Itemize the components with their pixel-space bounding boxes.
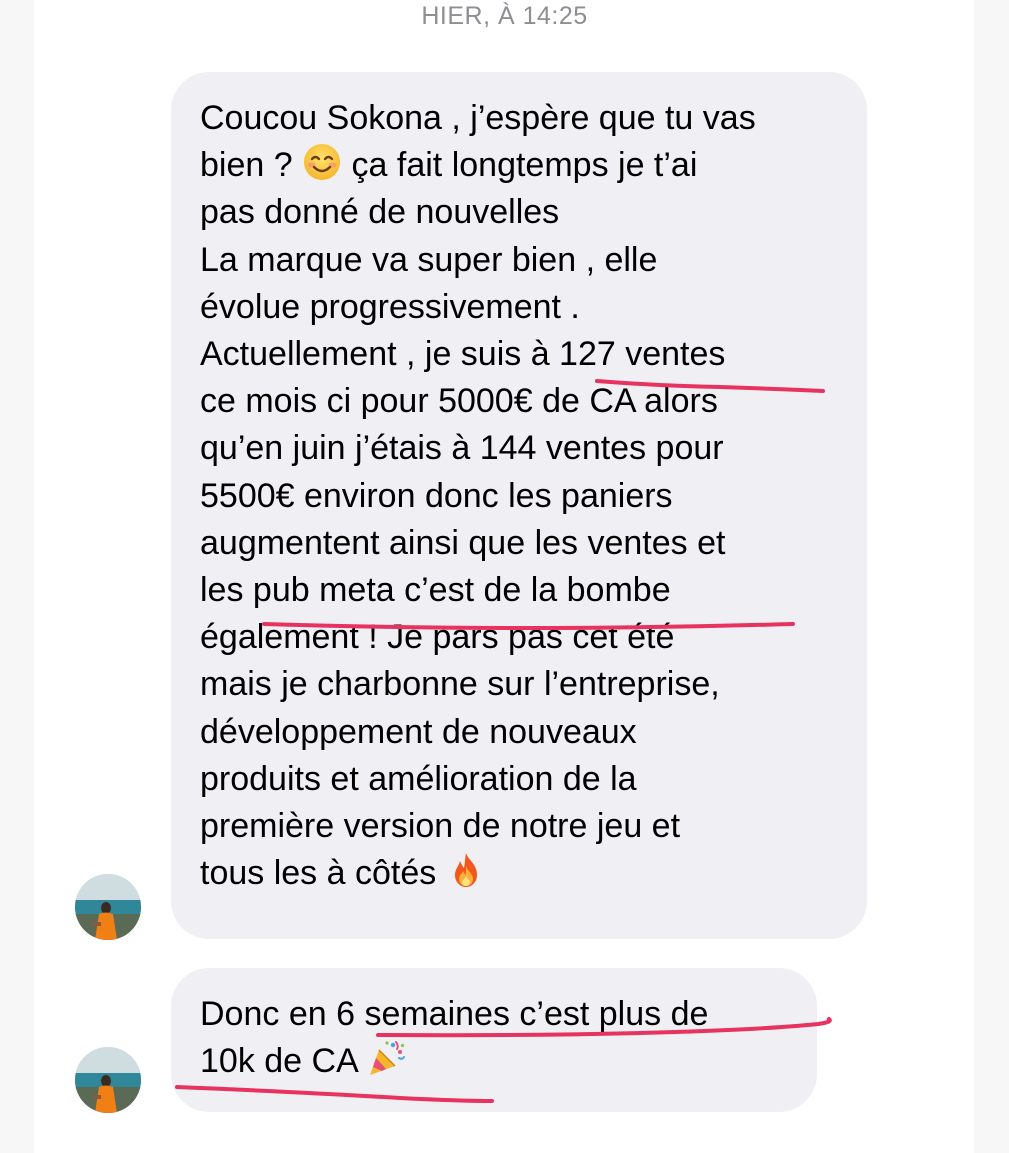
message-line: bien ? bbox=[200, 146, 303, 185]
message-line: produits et amélioration de la bbox=[200, 759, 637, 798]
message-line: Actuellement , je suis à 127 ventes bbox=[200, 335, 726, 374]
message-text: Coucou Sokona , j’espère que tu vas bien… bbox=[200, 95, 756, 897]
message-line: augmentent ainsi que les ventes et bbox=[200, 523, 726, 562]
message-line: développement de nouveaux bbox=[200, 712, 637, 751]
message-line: première version de notre jeu et bbox=[200, 807, 681, 846]
message-line: qu’en juin j’étais à 144 ventes pour bbox=[200, 429, 724, 468]
message-timestamp: HIER, À 14:25 bbox=[421, 2, 588, 30]
sender-avatar[interactable] bbox=[75, 874, 141, 940]
message-line: les pub meta c’est de la bombe bbox=[200, 571, 671, 610]
smiling-face-icon bbox=[302, 142, 342, 182]
avatar-photo bbox=[75, 874, 141, 940]
message-line: 10k de CA bbox=[200, 1042, 367, 1081]
avatar-photo bbox=[75, 1047, 141, 1113]
party-popper-icon bbox=[366, 1038, 406, 1078]
message-line: tous les à côtés bbox=[200, 854, 446, 893]
message-line: ce mois ci pour 5000€ de CA alors bbox=[200, 382, 718, 421]
message-bubble[interactable]: Donc en 6 semaines c’est plus de 10k de … bbox=[171, 968, 817, 1112]
message-line: pas donné de nouvelles bbox=[200, 193, 560, 232]
message-line: ça fait longtemps je t’ai bbox=[342, 146, 698, 185]
sender-avatar[interactable] bbox=[75, 1047, 141, 1113]
message-line: Coucou Sokona , j’espère que tu vas bbox=[200, 99, 756, 137]
message-line: également ! Je pars pas cet été bbox=[200, 618, 675, 657]
message-line: 5500€ environ donc les paniers bbox=[200, 476, 673, 515]
message-text: Donc en 6 semaines c’est plus de 10k de … bbox=[200, 991, 708, 1085]
message-line: mais je charbonne sur l’entreprise, bbox=[200, 665, 720, 704]
message-line: évolue progressivement . bbox=[200, 287, 580, 326]
message-line: La marque va super bien , elle bbox=[200, 240, 658, 279]
message-bubble[interactable]: Coucou Sokona , j’espère que tu vas bien… bbox=[171, 72, 867, 939]
fire-icon bbox=[446, 850, 486, 890]
message-line: Donc en 6 semaines c’est plus de bbox=[200, 995, 709, 1033]
